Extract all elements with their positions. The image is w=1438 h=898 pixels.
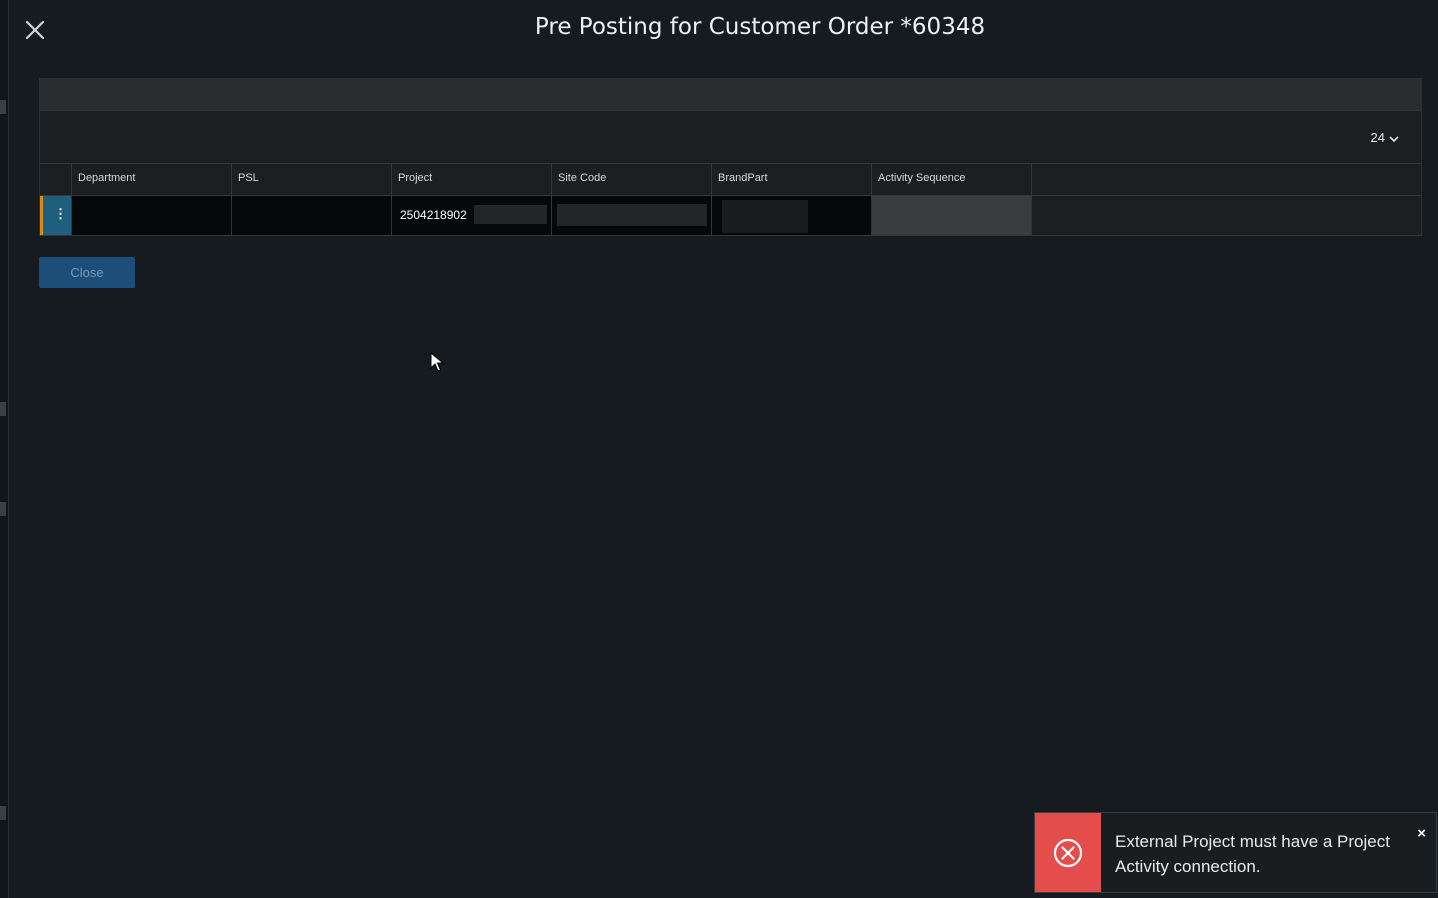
- background-edge-mark: [0, 806, 6, 820]
- header-select-cell: [40, 164, 72, 195]
- header-filler: [1032, 164, 1421, 195]
- redacted-block: [557, 204, 707, 226]
- error-toast: External Project must have a Project Act…: [1034, 812, 1437, 893]
- column-header-site-code[interactable]: Site Code: [552, 164, 712, 195]
- grid-toolbar: [40, 79, 1421, 111]
- cell-project[interactable]: 2504218902: [392, 196, 552, 235]
- cell-psl[interactable]: [232, 196, 392, 235]
- redacted-block: [722, 200, 808, 233]
- close-button[interactable]: Close: [39, 257, 135, 288]
- column-header-label: BrandPart: [718, 172, 768, 184]
- column-header-label: PSL: [238, 172, 259, 184]
- column-header-project[interactable]: Project: [392, 164, 552, 195]
- page-size-selector[interactable]: 24: [1371, 130, 1399, 145]
- column-header-activity-sequence[interactable]: Activity Sequence: [872, 164, 1032, 195]
- cell-activity-sequence[interactable]: [872, 196, 1032, 235]
- chevron-down-icon: [1389, 135, 1399, 142]
- row-filler: [1032, 196, 1421, 235]
- background-edge-mark: [0, 402, 6, 416]
- background-edge-mark: [0, 502, 6, 516]
- background-app-edge: [0, 0, 9, 898]
- grid-panel: 24 Department PSL Project Site Code Bran…: [39, 78, 1422, 236]
- toast-message: External Project must have a Project Act…: [1115, 832, 1390, 876]
- more-vertical-icon: ⋮: [54, 206, 67, 221]
- redacted-block: [474, 205, 547, 224]
- column-header-brandpart[interactable]: BrandPart: [712, 164, 872, 195]
- background-edge-mark: [0, 100, 6, 114]
- cell-site-code[interactable]: [552, 196, 712, 235]
- error-circle-x-icon: [1035, 813, 1101, 892]
- toast-close-icon[interactable]: ×: [1417, 825, 1426, 842]
- column-header-label: Department: [78, 172, 136, 184]
- column-header-department[interactable]: Department: [72, 164, 232, 195]
- column-header-psl[interactable]: PSL: [232, 164, 392, 195]
- dialog-title: Pre Posting for Customer Order *60348: [534, 14, 986, 40]
- column-header-label: Project: [398, 172, 433, 184]
- cell-brandpart[interactable]: [712, 196, 872, 235]
- grid-header: Department PSL Project Site Code BrandPa…: [40, 163, 1421, 196]
- mouse-pointer-icon: [430, 351, 445, 377]
- row-menu-button[interactable]: ⋮: [40, 196, 72, 235]
- column-header-label: Activity Sequence: [878, 172, 966, 184]
- table-row[interactable]: ⋮ 2504218902: [40, 196, 1421, 236]
- cell-department[interactable]: [72, 196, 232, 235]
- cell-project-value: 2504218902: [400, 208, 467, 222]
- column-header-label: Site Code: [558, 172, 607, 184]
- page-size-value: 24: [1370, 130, 1385, 145]
